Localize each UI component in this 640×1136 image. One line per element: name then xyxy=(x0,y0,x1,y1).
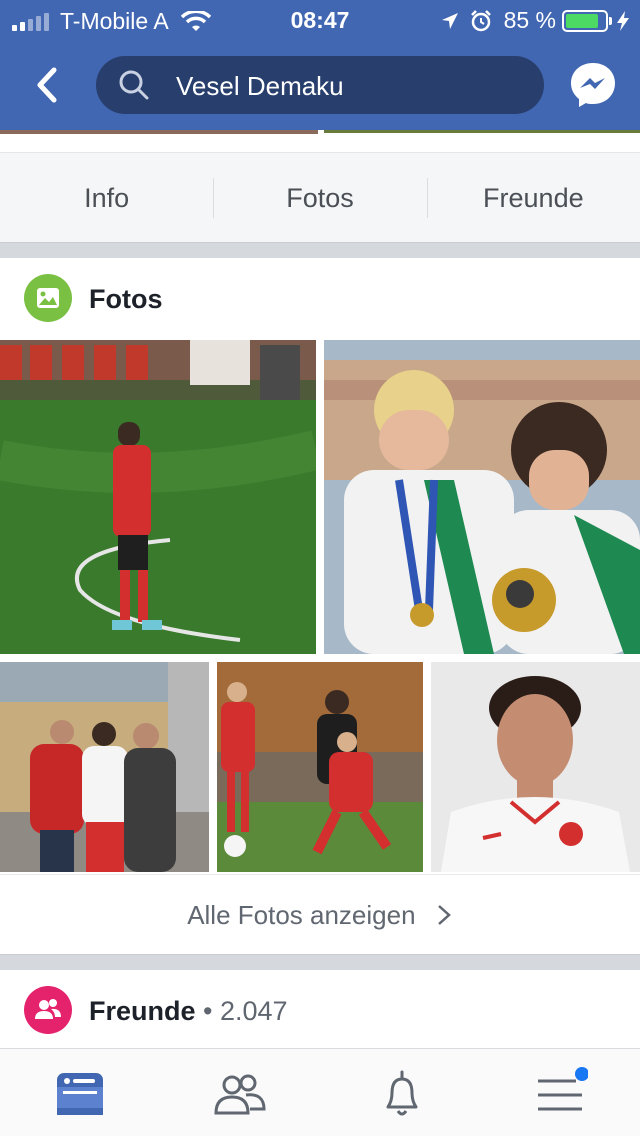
photo-thumbnail[interactable] xyxy=(0,662,209,872)
search-icon xyxy=(119,70,149,100)
top-bar: T-Mobile A 08:47 85 % Vesel Demaku xyxy=(0,0,640,130)
bottom-tab-bar xyxy=(0,1048,640,1136)
photo-thumbnail[interactable] xyxy=(0,340,316,654)
cover-photo-edge xyxy=(0,130,640,150)
show-all-photos-label: Alle Fotos anzeigen xyxy=(187,900,416,930)
friend-requests-icon xyxy=(214,1074,266,1115)
section-divider xyxy=(0,242,640,258)
search-query-text: Vesel Demaku xyxy=(176,71,344,101)
profile-tabs: Info Fotos Freunde xyxy=(0,152,640,242)
friends-section-title: Freunde • 2.047 xyxy=(89,996,288,1027)
battery-icon xyxy=(562,9,612,32)
friends-icon xyxy=(24,986,72,1034)
friends-separator: • xyxy=(203,996,213,1026)
photo-three-people xyxy=(0,662,209,872)
back-chevron-icon xyxy=(37,67,57,103)
search-field[interactable]: Vesel Demaku xyxy=(96,56,544,114)
show-all-photos-button[interactable]: Alle Fotos anzeigen xyxy=(0,874,640,954)
notification-badge xyxy=(575,1067,589,1081)
friends-section-header[interactable]: Freunde • 2.047 xyxy=(0,970,640,1050)
photo-players-with-medals xyxy=(324,340,640,654)
photo-player-on-pitch xyxy=(0,340,316,654)
photos-section-title: Fotos xyxy=(89,284,163,314)
tab-fotos[interactable]: Fotos xyxy=(213,153,426,242)
battery-percent: 85 % xyxy=(503,7,556,33)
photos-section-header[interactable]: Fotos xyxy=(0,258,640,338)
section-divider xyxy=(0,954,640,970)
navigation-bar: Vesel Demaku xyxy=(0,40,640,130)
location-arrow-icon xyxy=(441,12,458,29)
photo-thumbnail[interactable] xyxy=(217,662,423,872)
photo-thumbnail[interactable] xyxy=(431,662,640,872)
tab-notifications[interactable] xyxy=(374,1067,430,1123)
friends-count: 2.047 xyxy=(220,996,288,1026)
news-feed-icon xyxy=(57,1073,103,1115)
chevron-right-icon xyxy=(437,905,451,925)
photo-thumbnail[interactable] xyxy=(324,340,640,654)
status-bar: T-Mobile A 08:47 85 % xyxy=(0,0,640,40)
tab-menu[interactable] xyxy=(532,1067,589,1123)
tab-friend-requests[interactable] xyxy=(212,1067,268,1123)
menu-icon xyxy=(538,1067,589,1111)
photo-icon xyxy=(24,274,72,322)
messenger-icon xyxy=(571,63,615,107)
back-button[interactable] xyxy=(28,60,68,110)
photo-portrait xyxy=(431,662,640,872)
friends-title: Freunde xyxy=(89,996,196,1026)
photo-match-action xyxy=(217,662,423,872)
alarm-clock-icon xyxy=(470,9,491,31)
tab-info[interactable]: Info xyxy=(0,153,213,242)
notifications-bell-icon xyxy=(386,1070,418,1116)
charging-bolt-icon xyxy=(617,10,629,31)
status-right: 85 % xyxy=(440,7,630,34)
messenger-button[interactable] xyxy=(568,60,618,110)
tab-news-feed[interactable] xyxy=(52,1067,108,1123)
tab-freunde[interactable]: Freunde xyxy=(426,153,640,242)
